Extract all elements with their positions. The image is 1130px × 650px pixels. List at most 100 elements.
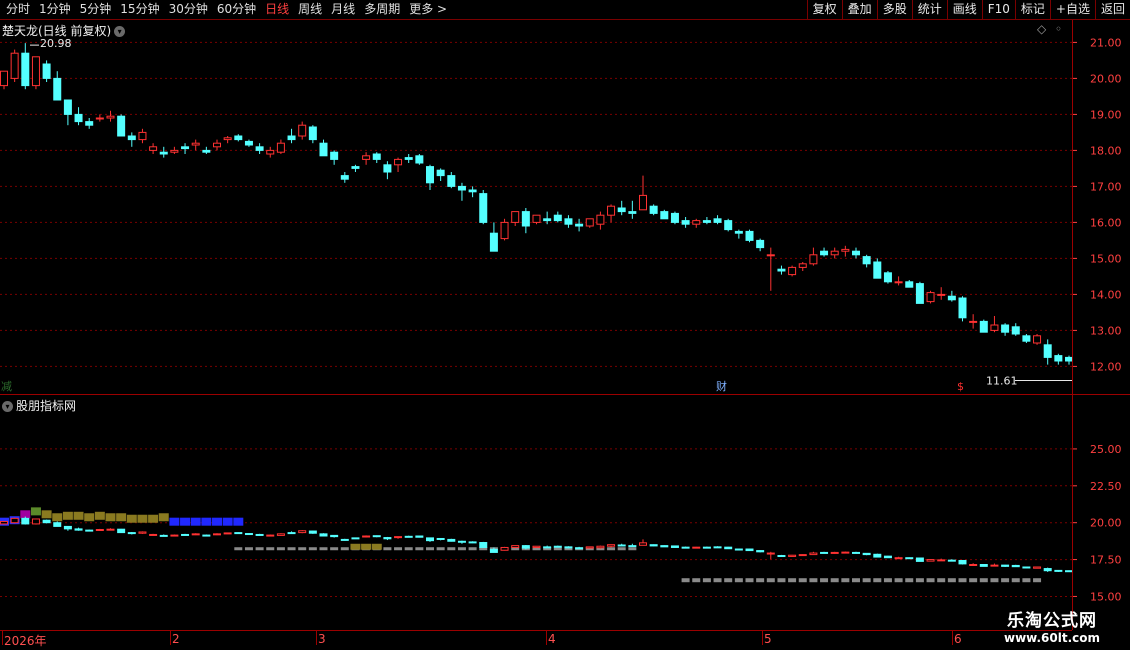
indicator-candle bbox=[479, 541, 488, 548]
tool-button-6[interactable]: 标记 bbox=[1014, 0, 1050, 19]
tab-period-0[interactable]: 分时 bbox=[2, 0, 35, 19]
indicator-candle bbox=[926, 559, 935, 562]
tool-buttons: 复权 叠加 多股 统计 画线 F10 标记 +自选 返回 bbox=[806, 0, 1130, 19]
indicator-panel[interactable]: ▾ 股朋指标网 bbox=[0, 395, 1084, 631]
indicator-ref-mark bbox=[298, 547, 307, 551]
indicator-ref-mark bbox=[426, 547, 434, 551]
indicator-candle bbox=[0, 520, 8, 525]
candle bbox=[692, 218, 701, 228]
indicator-ref-mark bbox=[926, 578, 935, 583]
candle bbox=[426, 164, 434, 190]
tool-button-1[interactable]: 叠加 bbox=[841, 0, 877, 19]
kline-panel[interactable]: 楚天龙(日线 前复权) ▾ ◇ ◦ 20.98 11.61 减 财 $ bbox=[0, 20, 1084, 395]
event-marker-reduce[interactable]: 减 bbox=[1, 378, 12, 394]
candle bbox=[266, 146, 275, 158]
indicator-candle bbox=[447, 538, 456, 542]
candle bbox=[596, 211, 605, 230]
indicator-candle bbox=[1033, 566, 1042, 569]
y-tick-label: 20.00 bbox=[1090, 72, 1122, 85]
indicator-candle bbox=[670, 545, 679, 548]
indicator-candle bbox=[138, 531, 147, 534]
candle bbox=[660, 209, 669, 220]
indicator-ref-mark bbox=[1033, 578, 1042, 583]
indicator-candle bbox=[596, 545, 605, 549]
stock-title-label: 楚天龙(日线 前复权) bbox=[2, 24, 112, 38]
indicator-ref-mark bbox=[457, 547, 466, 551]
candle bbox=[969, 314, 978, 329]
y-tick-label: 17.00 bbox=[1090, 180, 1122, 193]
indicator-ref-mark bbox=[766, 578, 775, 583]
tool-button-0[interactable]: 复权 bbox=[806, 0, 842, 19]
candle bbox=[681, 217, 690, 228]
tab-period-9[interactable]: 多周期 bbox=[360, 0, 405, 19]
candle bbox=[905, 280, 914, 288]
indicator-candle bbox=[255, 533, 264, 536]
tab-period-1[interactable]: 1分钟 bbox=[35, 0, 76, 19]
indicator-candle bbox=[149, 533, 158, 536]
candle bbox=[511, 211, 520, 226]
indicator-candle bbox=[681, 546, 690, 549]
candle bbox=[276, 139, 285, 154]
tab-period-3[interactable]: 15分钟 bbox=[116, 0, 164, 19]
candle bbox=[479, 190, 488, 225]
tool-button-5[interactable]: F10 bbox=[981, 0, 1015, 19]
indicator-candle bbox=[63, 525, 72, 531]
candle bbox=[223, 136, 232, 144]
indicator-candle bbox=[330, 534, 339, 538]
settings-icon[interactable]: ◦ bbox=[1055, 22, 1062, 36]
y-tick-label: 25.00 bbox=[1090, 443, 1122, 456]
candle bbox=[106, 110, 115, 122]
diamond-icon[interactable]: ◇ bbox=[1037, 22, 1046, 36]
tool-button-2[interactable]: 多股 bbox=[876, 0, 912, 19]
chevron-down-icon[interactable]: ▾ bbox=[2, 401, 13, 412]
indicator-candle bbox=[223, 532, 232, 535]
indicator-ref-mark bbox=[905, 578, 914, 583]
candle bbox=[319, 139, 328, 157]
indicator-title[interactable]: ▾ 股朋指标网 bbox=[2, 397, 76, 414]
tab-period-8[interactable]: 月线 bbox=[327, 0, 360, 19]
indicator-chart[interactable] bbox=[0, 395, 1084, 630]
candle bbox=[670, 211, 679, 225]
candle bbox=[436, 168, 445, 181]
candle bbox=[500, 218, 509, 241]
candle bbox=[820, 247, 829, 257]
time-separator bbox=[170, 631, 171, 645]
indicator-candle bbox=[10, 517, 19, 524]
candle bbox=[979, 319, 988, 333]
low-price-label: 11.61 bbox=[986, 374, 1018, 387]
stock-title[interactable]: 楚天龙(日线 前复权) ▾ bbox=[2, 22, 126, 39]
indicator-ref-mark bbox=[1022, 578, 1031, 583]
candle bbox=[788, 265, 797, 277]
watermark: 乐淘公式网 www.60lt.com bbox=[990, 606, 1114, 648]
time-separator bbox=[2, 631, 3, 645]
candle bbox=[287, 128, 296, 144]
indicator-ref-mark bbox=[308, 547, 317, 551]
time-label: 4 bbox=[548, 632, 556, 646]
tab-period-2[interactable]: 5分钟 bbox=[76, 0, 117, 19]
chevron-down-icon[interactable]: ▾ bbox=[114, 26, 126, 37]
tab-period-6[interactable]: 日线 bbox=[261, 0, 294, 19]
indicator-candle bbox=[830, 551, 839, 554]
indicator-candle bbox=[883, 555, 892, 559]
indicator-candle bbox=[702, 546, 711, 549]
tab-period-4[interactable]: 30分钟 bbox=[165, 0, 213, 19]
tab-period-7[interactable]: 周线 bbox=[294, 0, 327, 19]
indicator-candle bbox=[660, 545, 669, 548]
tab-period-5[interactable]: 60分钟 bbox=[213, 0, 261, 19]
indicator-band bbox=[350, 543, 361, 550]
indicator-band bbox=[190, 517, 201, 526]
time-label: 2 bbox=[172, 632, 180, 646]
tab-period-10[interactable]: 更多 > bbox=[405, 0, 452, 19]
kline-chart[interactable]: 20.98 11.61 bbox=[0, 20, 1084, 394]
tool-button-8[interactable]: 返回 bbox=[1094, 0, 1130, 19]
indicator-ref-mark bbox=[979, 578, 988, 583]
tool-button-4[interactable]: 画线 bbox=[946, 0, 982, 19]
tool-button-3[interactable]: 统计 bbox=[911, 0, 947, 19]
event-marker-finance[interactable]: 财 bbox=[716, 378, 727, 394]
indicator-candle bbox=[511, 545, 520, 549]
event-marker-dividend[interactable]: $ bbox=[957, 380, 964, 393]
indicator-candle bbox=[543, 545, 552, 549]
tool-button-7[interactable]: +自选 bbox=[1049, 0, 1095, 19]
candle bbox=[702, 217, 711, 225]
indicator-band bbox=[62, 511, 73, 520]
